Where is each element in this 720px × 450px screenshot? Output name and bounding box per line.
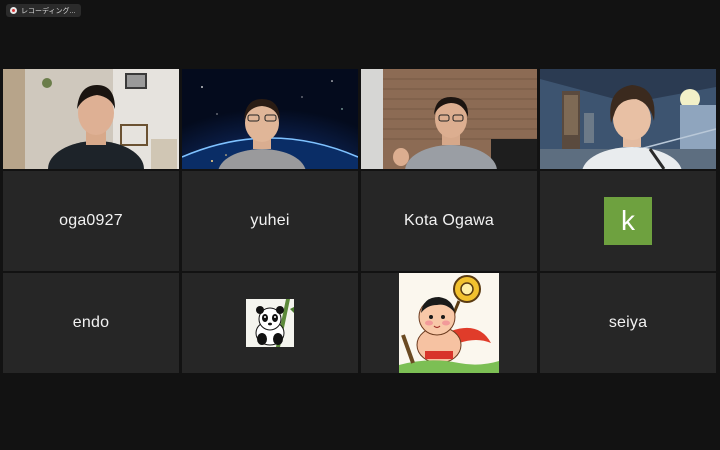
participant-name: endo [72, 314, 110, 331]
participant-tile-kota-ogawa[interactable]: Kota Ogawa [361, 171, 537, 271]
participant-tile-k[interactable]: k [540, 171, 716, 271]
participant-name: oga0927 [59, 212, 123, 229]
letter-avatar: k [604, 197, 652, 245]
participant-tile-endo[interactable]: endo [3, 273, 179, 373]
participant-video-feed [361, 69, 537, 169]
avatar-letter: k [621, 205, 635, 236]
cartoon-character-avatar-icon [399, 273, 499, 373]
participant-tile-panda[interactable] [182, 273, 358, 373]
recording-label: レコーディング... [21, 7, 76, 15]
participant-video-feed [540, 69, 716, 169]
panda-avatar-icon [246, 299, 294, 347]
participant-tile-seiya[interactable]: seiya [540, 273, 716, 373]
video-tile-participant-1[interactable] [3, 69, 179, 169]
recording-icon [10, 7, 17, 14]
participant-video-feed [3, 69, 179, 169]
gallery-view: oga0927 yuhei Kota Ogawa k endo seiya [3, 69, 717, 373]
participant-name: seiya [608, 314, 648, 331]
participant-name: Kota Ogawa [403, 212, 495, 229]
video-tile-participant-2[interactable] [182, 69, 358, 169]
participant-tile-yuhei[interactable]: yuhei [182, 171, 358, 271]
participant-tile-cartoon[interactable] [361, 273, 537, 373]
participant-tile-oga0927[interactable]: oga0927 [3, 171, 179, 271]
participant-name: yuhei [250, 212, 290, 229]
recording-indicator[interactable]: レコーディング... [6, 4, 82, 17]
participant-video-feed [182, 69, 358, 169]
video-tile-active-speaker[interactable] [540, 69, 716, 169]
video-tile-participant-3[interactable] [361, 69, 537, 169]
